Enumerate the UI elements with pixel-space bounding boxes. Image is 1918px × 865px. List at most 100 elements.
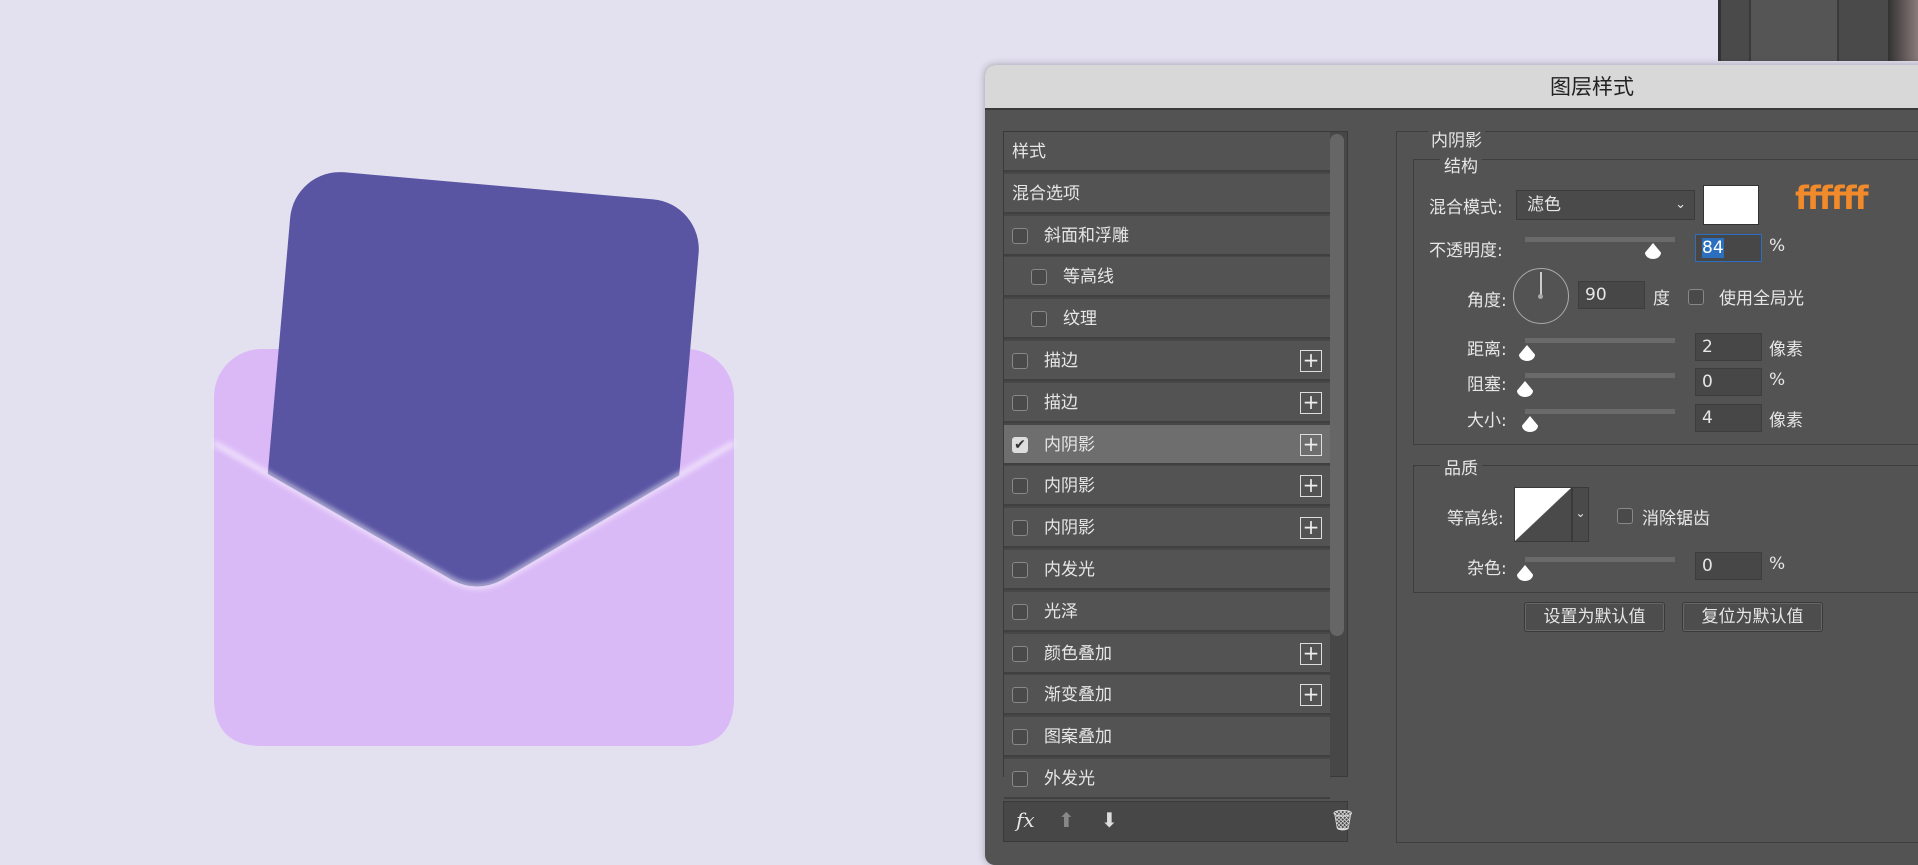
- size-slider[interactable]: [1525, 409, 1675, 414]
- choke-slider[interactable]: [1525, 373, 1675, 378]
- angle-dial[interactable]: [1513, 268, 1569, 324]
- opacity-label: 不透明度:: [1429, 241, 1503, 261]
- distance-slider[interactable]: [1525, 338, 1675, 343]
- add-icon[interactable]: +: [1300, 350, 1322, 372]
- opacity-input[interactable]: 84: [1695, 234, 1762, 262]
- checkbox[interactable]: [1012, 520, 1028, 537]
- noise-unit: %: [1769, 554, 1786, 574]
- add-icon[interactable]: +: [1300, 684, 1322, 707]
- opacity-value: 84: [1702, 238, 1724, 258]
- style-item[interactable]: 纹理: [1004, 299, 1330, 340]
- shadow-color-swatch[interactable]: [1703, 185, 1759, 225]
- style-item-label: 描边: [1044, 351, 1078, 371]
- style-item-label: 光泽: [1044, 601, 1078, 622]
- style-item-label: 内发光: [1044, 560, 1095, 580]
- checkbox[interactable]: [1031, 311, 1047, 328]
- styles-scrollbar[interactable]: [1330, 134, 1344, 636]
- set-default-button[interactable]: 设置为默认值: [1524, 602, 1665, 632]
- checkbox[interactable]: [1012, 771, 1028, 787]
- color-annotation: ffffff: [1795, 179, 1869, 217]
- style-item-label: 渐变叠加: [1044, 685, 1112, 706]
- size-input[interactable]: 4: [1695, 404, 1762, 432]
- style-item[interactable]: 光泽: [1004, 591, 1330, 632]
- style-item[interactable]: 斜面和浮雕: [1004, 215, 1330, 256]
- checkbox-checked[interactable]: ✔: [1012, 436, 1028, 453]
- distance-label: 距离:: [1467, 340, 1507, 360]
- add-icon[interactable]: +: [1300, 433, 1322, 456]
- style-item-label: 内阴影: [1044, 476, 1095, 497]
- style-item-label: 内阴影: [1044, 518, 1095, 539]
- choke-input[interactable]: 0: [1695, 368, 1762, 396]
- trash-icon[interactable]: 🗑: [1330, 808, 1355, 832]
- contour-dropdown-chevron-icon[interactable]: ⌄: [1572, 487, 1589, 542]
- style-item-label: 描边: [1044, 392, 1078, 413]
- checkbox[interactable]: [1012, 353, 1028, 369]
- structure-title: 结构: [1440, 152, 1482, 177]
- checkbox[interactable]: [1012, 394, 1028, 411]
- distance-unit: 像素: [1769, 340, 1803, 360]
- style-item[interactable]: 内发光: [1004, 550, 1330, 590]
- style-item-label: 样式: [1012, 142, 1046, 162]
- envelope-artwork: [213, 172, 736, 746]
- style-item[interactable]: ✔ 内阴影 +: [1004, 424, 1330, 465]
- contour-label: 等高线:: [1447, 509, 1504, 529]
- style-item[interactable]: 内阴影 +: [1004, 466, 1330, 507]
- opacity-unit: %: [1769, 236, 1786, 256]
- size-unit: 像素: [1769, 411, 1803, 431]
- global-light-checkbox[interactable]: [1688, 289, 1704, 305]
- dialog-title: 图层样式: [1550, 75, 1634, 99]
- noise-slider[interactable]: [1525, 557, 1675, 562]
- style-item[interactable]: 颜色叠加 +: [1004, 633, 1330, 674]
- blend-mode-value: 滤色: [1527, 195, 1561, 215]
- style-item-label: 图案叠加: [1044, 727, 1112, 748]
- noise-input[interactable]: 0: [1695, 552, 1762, 580]
- size-label: 大小:: [1467, 411, 1507, 431]
- checkbox[interactable]: [1012, 687, 1028, 704]
- style-item-label: 斜面和浮雕: [1044, 225, 1129, 246]
- style-item[interactable]: 描边 +: [1004, 341, 1330, 381]
- style-item-label: 混合选项: [1012, 183, 1080, 204]
- style-item[interactable]: 内阴影 +: [1004, 508, 1330, 549]
- styles-list: 样式混合选项斜面和浮雕等高线纹理描边 + 描边 + ✔ 内阴影 + 内阴影 + 内阴影 + 内发光光泽…: [1003, 131, 1348, 799]
- checkbox[interactable]: [1012, 729, 1028, 746]
- style-item[interactable]: 外发光: [1004, 759, 1330, 799]
- fx-icon[interactable]: fx: [1016, 808, 1035, 832]
- add-icon[interactable]: +: [1300, 642, 1322, 665]
- opacity-slider[interactable]: [1525, 237, 1675, 242]
- blend-mode-select[interactable]: 滤色 ⌄: [1516, 190, 1695, 220]
- global-light-label: 使用全局光: [1719, 289, 1804, 309]
- antialias-checkbox[interactable]: [1617, 508, 1633, 524]
- style-item[interactable]: 渐变叠加 +: [1004, 675, 1330, 716]
- choke-unit: %: [1769, 370, 1786, 390]
- add-icon[interactable]: +: [1300, 517, 1322, 540]
- style-item-label: 内阴影: [1044, 434, 1095, 455]
- style-item-label: 纹理: [1063, 309, 1097, 330]
- checkbox[interactable]: [1012, 603, 1028, 620]
- style-item[interactable]: 混合选项: [1004, 173, 1330, 214]
- angle-label: 角度:: [1467, 291, 1507, 311]
- angle-input[interactable]: 90: [1578, 281, 1645, 309]
- checkbox[interactable]: [1031, 269, 1047, 286]
- angle-unit: 度: [1653, 289, 1670, 309]
- quality-title: 品质: [1440, 454, 1482, 479]
- style-item[interactable]: 图案叠加: [1004, 717, 1330, 758]
- checkbox[interactable]: [1012, 562, 1028, 578]
- arrow-up-icon[interactable]: ⬆: [1058, 808, 1075, 832]
- distance-input[interactable]: 2: [1695, 333, 1762, 361]
- style-item[interactable]: 样式: [1004, 132, 1330, 172]
- checkbox[interactable]: [1012, 645, 1028, 662]
- checkbox[interactable]: [1012, 227, 1028, 244]
- style-item-label: 等高线: [1063, 267, 1114, 288]
- reset-default-button[interactable]: 复位为默认值: [1682, 602, 1823, 632]
- blend-mode-label: 混合模式:: [1429, 198, 1503, 218]
- antialias-label: 消除锯齿: [1642, 509, 1710, 529]
- add-icon[interactable]: +: [1300, 475, 1322, 498]
- checkbox[interactable]: [1012, 478, 1028, 495]
- arrow-down-icon[interactable]: ⬇: [1101, 808, 1118, 832]
- contour-preview[interactable]: [1514, 487, 1572, 542]
- noise-label: 杂色:: [1467, 559, 1507, 579]
- style-item[interactable]: 描边 +: [1004, 382, 1330, 423]
- add-icon[interactable]: +: [1300, 391, 1322, 414]
- style-item[interactable]: 等高线: [1004, 257, 1330, 298]
- style-item-label: 颜色叠加: [1044, 643, 1112, 664]
